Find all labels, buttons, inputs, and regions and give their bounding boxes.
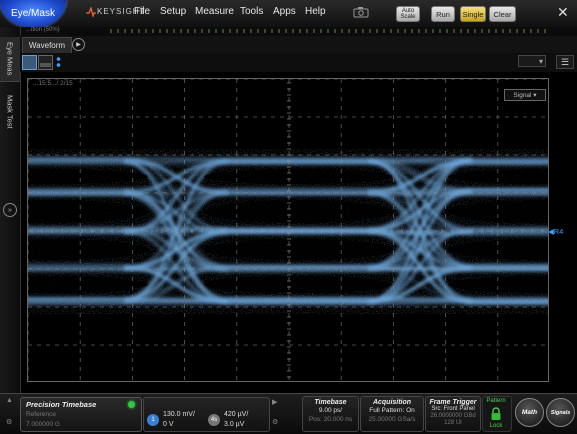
acquisition-rate: 25.00000 GSa/s bbox=[368, 416, 416, 423]
menu-apps[interactable]: Apps bbox=[273, 6, 296, 17]
settings-small-icon[interactable]: ⚙ bbox=[6, 418, 12, 426]
timebase-scale: 9.00 ps/ bbox=[318, 407, 343, 414]
single-button[interactable]: Single bbox=[460, 6, 486, 22]
channel-1-offset: 0 V bbox=[163, 421, 174, 428]
keysight-logo-icon bbox=[86, 7, 96, 17]
frame-trigger-rate: 26.0000000 GBd bbox=[430, 413, 476, 419]
status-led-icon bbox=[128, 401, 135, 408]
acquisition-pattern: Full Pattern: On bbox=[369, 407, 415, 414]
waveform-tab-bar bbox=[20, 36, 577, 53]
timebase-position: Pos: 20.000 ns bbox=[308, 416, 353, 423]
level-band bbox=[28, 263, 548, 273]
channel-1-scale: 130.0 mV/ bbox=[163, 411, 195, 418]
menu-measure[interactable]: Measure bbox=[195, 6, 234, 17]
layout-dots-icon[interactable] bbox=[56, 56, 61, 68]
tab-waveform[interactable]: Waveform bbox=[22, 37, 72, 53]
timebase-panel[interactable]: Timebase 9.00 ps/ Pos: 20.000 ns bbox=[302, 396, 359, 432]
menu-tools[interactable]: Tools bbox=[240, 6, 263, 17]
frame-trigger-length: 128 UI bbox=[444, 420, 462, 426]
expand-panel-icon[interactable]: » bbox=[3, 203, 17, 217]
menu-help[interactable]: Help bbox=[305, 6, 326, 17]
reference-marker[interactable]: ◀R4 bbox=[548, 227, 563, 236]
multi-grid-icon[interactable] bbox=[38, 55, 53, 70]
menu-setup[interactable]: Setup bbox=[160, 6, 186, 17]
autoscale-button[interactable]: Auto Scale bbox=[396, 6, 420, 22]
acquisition-title: Acquisition bbox=[372, 399, 412, 406]
channel-2-scale: 420 µV/ bbox=[224, 411, 249, 418]
math-button[interactable]: Math bbox=[515, 398, 544, 427]
camera-icon[interactable] bbox=[353, 6, 369, 18]
single-grid-icon[interactable] bbox=[22, 55, 37, 70]
signal-select[interactable]: Signal ▾ bbox=[504, 89, 546, 101]
frame-trigger-panel[interactable]: Frame Trigger Src: Front Panel 26.000000… bbox=[425, 396, 481, 432]
waveform-plot[interactable] bbox=[27, 78, 549, 382]
precision-timebase-reference: Reference bbox=[26, 411, 56, 418]
plot-timestamp-label: ...15:5.../ 2/15 bbox=[33, 80, 73, 87]
status-indicators bbox=[110, 29, 550, 33]
frame-trigger-title: Frame Trigger bbox=[429, 399, 477, 406]
waveform-toolbar bbox=[20, 53, 577, 72]
menu-icon[interactable]: ☰ bbox=[556, 55, 574, 69]
close-icon[interactable]: ✕ bbox=[557, 4, 569, 21]
menu-file[interactable]: File bbox=[134, 6, 150, 17]
timebase-title: Timebase bbox=[314, 399, 347, 406]
level-band bbox=[28, 187, 548, 197]
eye-opening bbox=[204, 276, 392, 293]
channel-2-offset: 3.0 µV bbox=[224, 421, 245, 428]
clear-button[interactable]: Clear bbox=[489, 6, 516, 22]
channel-2-icon[interactable]: 4s bbox=[208, 414, 220, 426]
tab-eye-meas[interactable]: Eye Meas bbox=[0, 37, 20, 82]
play-icon[interactable]: ▶ bbox=[72, 38, 85, 51]
channel-1-icon[interactable]: 1 bbox=[147, 414, 159, 426]
tab-mask-test[interactable]: Mask Test bbox=[0, 90, 20, 134]
precision-timebase-title: Precision Timebase bbox=[26, 400, 97, 409]
status-text: ...ition (50%) bbox=[26, 27, 60, 33]
scroll-right-icon[interactable]: ▶ bbox=[272, 398, 277, 406]
pattern-lock-status: Lock bbox=[489, 423, 503, 429]
collapse-up-icon[interactable]: ▲ bbox=[6, 397, 13, 404]
eye-diagram-svg bbox=[28, 79, 548, 381]
lock-icon bbox=[491, 407, 501, 420]
eye-opening bbox=[204, 200, 392, 223]
channel-settings-icon[interactable]: ⚙ bbox=[272, 418, 278, 426]
precision-timebase-frequency: 7.000000 G bbox=[26, 421, 60, 428]
run-button[interactable]: Run bbox=[431, 6, 455, 22]
eye-opening bbox=[204, 239, 392, 260]
acquisition-panel[interactable]: Acquisition Full Pattern: On 25.00000 GS… bbox=[360, 396, 424, 432]
level-band bbox=[28, 296, 548, 306]
pattern-lock-label: Pattern bbox=[486, 398, 506, 404]
eye-opening bbox=[204, 169, 392, 184]
frame-trigger-source: Src: Front Panel bbox=[431, 406, 475, 412]
signals-button[interactable]: Signals bbox=[546, 398, 575, 427]
display-options-dropdown[interactable]: ▾ bbox=[518, 55, 546, 67]
